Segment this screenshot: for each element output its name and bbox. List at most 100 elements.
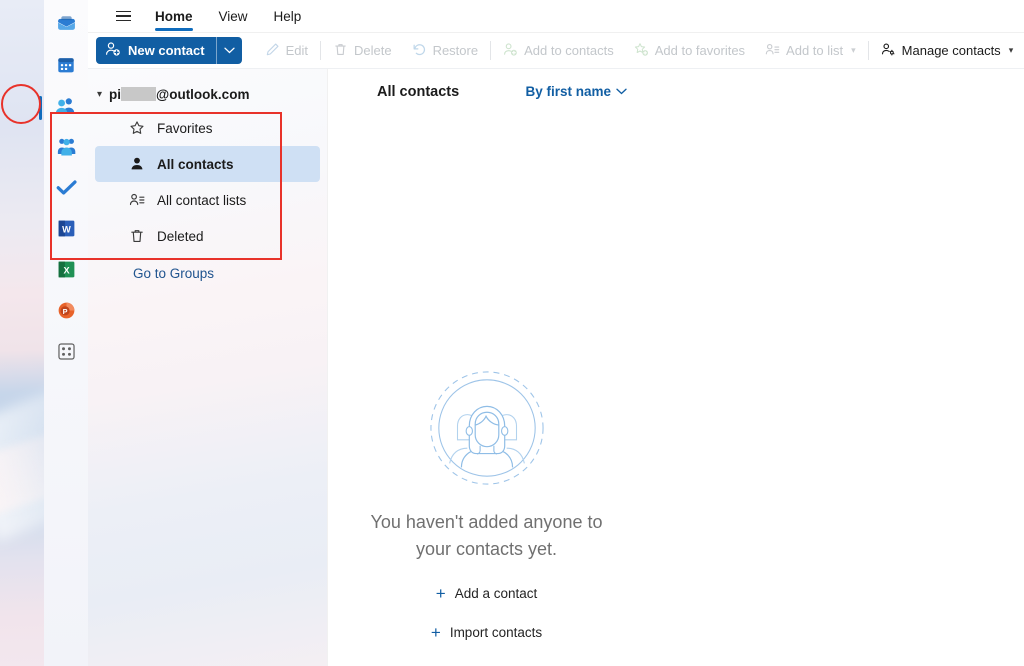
restore-button[interactable]: Restore	[402, 37, 489, 64]
sidebar-item-all-contact-lists[interactable]: All contact lists	[95, 182, 320, 218]
account-email-suffix: @outlook.com	[156, 86, 250, 102]
add-to-list-button[interactable]: Add to list ▾	[755, 37, 866, 64]
import-contacts-label: Import contacts	[449, 625, 543, 640]
new-contact-button[interactable]: New contact	[96, 37, 216, 64]
sidebar-item-favorites[interactable]: Favorites	[95, 110, 320, 146]
star-add-green-icon	[634, 42, 649, 60]
edit-label: Edit	[285, 43, 308, 58]
manage-contacts-label: Manage contacts	[901, 43, 1001, 58]
excel-icon: X	[56, 259, 77, 285]
app-rail-item-more-apps[interactable]	[48, 336, 84, 372]
svg-text:X: X	[63, 266, 70, 276]
sort-by-label: By first name	[525, 84, 611, 99]
page-title: All contacts	[377, 83, 460, 100]
tab-help-label: Help	[273, 8, 302, 24]
star-icon	[128, 120, 145, 137]
add-to-favorites-button[interactable]: Add to favorites	[624, 37, 755, 64]
new-contact-label: New contact	[128, 43, 205, 58]
mail-icon	[55, 12, 78, 40]
undo-arrow-icon	[412, 42, 427, 60]
trash-icon	[333, 42, 348, 60]
plus-icon: +	[430, 623, 441, 642]
contact-detail-pane	[656, 69, 1024, 666]
chevron-down-icon	[223, 47, 235, 54]
person-add-green-icon	[503, 42, 518, 60]
plus-icon: +	[435, 584, 446, 603]
edit-button[interactable]: Edit	[255, 37, 318, 64]
app-rail: W X P	[39, 0, 88, 666]
teams-icon	[55, 135, 78, 163]
calendar-icon	[55, 54, 77, 81]
account-email-prefix: pi	[109, 86, 122, 102]
tab-view[interactable]: View	[206, 0, 261, 33]
go-to-groups-link[interactable]: Go to Groups	[88, 262, 327, 284]
app-rail-item-excel[interactable]: X	[48, 254, 84, 290]
sidebar-item-deleted[interactable]: Deleted	[95, 218, 320, 254]
restore-label: Restore	[432, 43, 479, 58]
sidebar-item-all-contacts[interactable]: All contacts	[95, 146, 320, 182]
app-rail-item-teams[interactable]	[48, 131, 84, 167]
account-row[interactable]: ▾ pi @outlook.com	[88, 78, 327, 110]
import-contacts-link[interactable]: + Import contacts	[431, 624, 542, 641]
powerpoint-icon: P	[56, 300, 77, 326]
hamburger-icon[interactable]	[104, 0, 142, 33]
add-a-contact-label: Add a contact	[454, 586, 538, 601]
sort-by-dropdown[interactable]: By first name	[525, 84, 627, 99]
new-contact-dropdown-toggle[interactable]	[215, 37, 242, 64]
svg-text:P: P	[62, 307, 67, 316]
add-to-list-label: Add to list	[786, 43, 844, 58]
sidebar-item-favorites-label: Favorites	[157, 120, 213, 136]
navigation-pane: ▾ pi @outlook.com Favorites All contacts…	[88, 69, 327, 666]
redacted-email-block	[121, 87, 157, 101]
toolbar-separator	[867, 41, 869, 60]
new-contact-split-button: New contact	[96, 37, 242, 64]
chevron-down-icon: ▾	[851, 45, 856, 55]
chevron-down-icon[interactable]: ▾	[97, 89, 102, 100]
tab-home-label: Home	[155, 8, 193, 24]
delete-label: Delete	[353, 43, 392, 58]
account-email: pi @outlook.com	[109, 87, 249, 102]
app-rail-item-word[interactable]: W	[48, 213, 84, 249]
sidebar-item-deleted-label: Deleted	[157, 228, 204, 244]
list-header: All contacts By first name	[328, 69, 644, 114]
tab-help[interactable]: Help	[261, 0, 315, 33]
people-list-icon	[128, 192, 145, 209]
delete-button[interactable]: Delete	[323, 37, 402, 64]
add-to-contacts-label: Add to contacts	[524, 43, 614, 58]
app-rail-item-people[interactable]	[39, 90, 84, 126]
word-icon: W	[56, 218, 77, 244]
people-gear-icon	[881, 42, 896, 60]
tab-home[interactable]: Home	[142, 0, 206, 33]
people-list-icon	[765, 42, 780, 60]
go-to-groups-label: Go to Groups	[133, 265, 215, 281]
empty-state: You haven't added anyone to your contact…	[328, 369, 645, 641]
chevron-down-icon: ▾	[1008, 45, 1014, 55]
outlook-app-window: Home View Help New contact Edit Delete R…	[39, 0, 1024, 666]
contacts-list-pane: All contacts By first name You haven't a…	[327, 69, 644, 666]
ribbon-tabs-bar: Home View Help	[88, 0, 1024, 33]
app-rail-item-mail[interactable]	[48, 8, 84, 44]
toolbar-separator	[319, 41, 321, 60]
three-people-circle-illustration	[429, 371, 544, 485]
person-add-icon	[105, 41, 121, 60]
chevron-down-icon	[616, 88, 627, 95]
people-icon	[54, 94, 78, 123]
trash-icon	[128, 228, 145, 245]
apps-grid-icon	[56, 341, 77, 367]
empty-state-message: You haven't added anyone to your contact…	[370, 512, 603, 559]
tab-view-label: View	[218, 8, 248, 24]
svg-text:W: W	[62, 225, 71, 235]
pencil-icon	[265, 42, 280, 60]
app-rail-item-todo[interactable]	[48, 172, 84, 208]
app-rail-item-powerpoint[interactable]: P	[48, 295, 84, 331]
manage-contacts-button[interactable]: Manage contacts ▾	[871, 37, 1024, 64]
command-toolbar: New contact Edit Delete Restore Add to c…	[88, 33, 1024, 69]
add-to-contacts-button[interactable]: Add to contacts	[493, 37, 624, 64]
sidebar-item-all-contact-lists-label: All contact lists	[157, 192, 247, 208]
add-a-contact-link[interactable]: + Add a contact	[436, 585, 538, 602]
sidebar-item-all-contacts-label: All contacts	[157, 156, 234, 172]
add-to-favorites-label: Add to favorites	[654, 43, 746, 58]
person-filled-icon	[128, 156, 145, 173]
app-rail-item-calendar[interactable]	[48, 49, 84, 85]
toolbar-separator	[490, 41, 492, 60]
